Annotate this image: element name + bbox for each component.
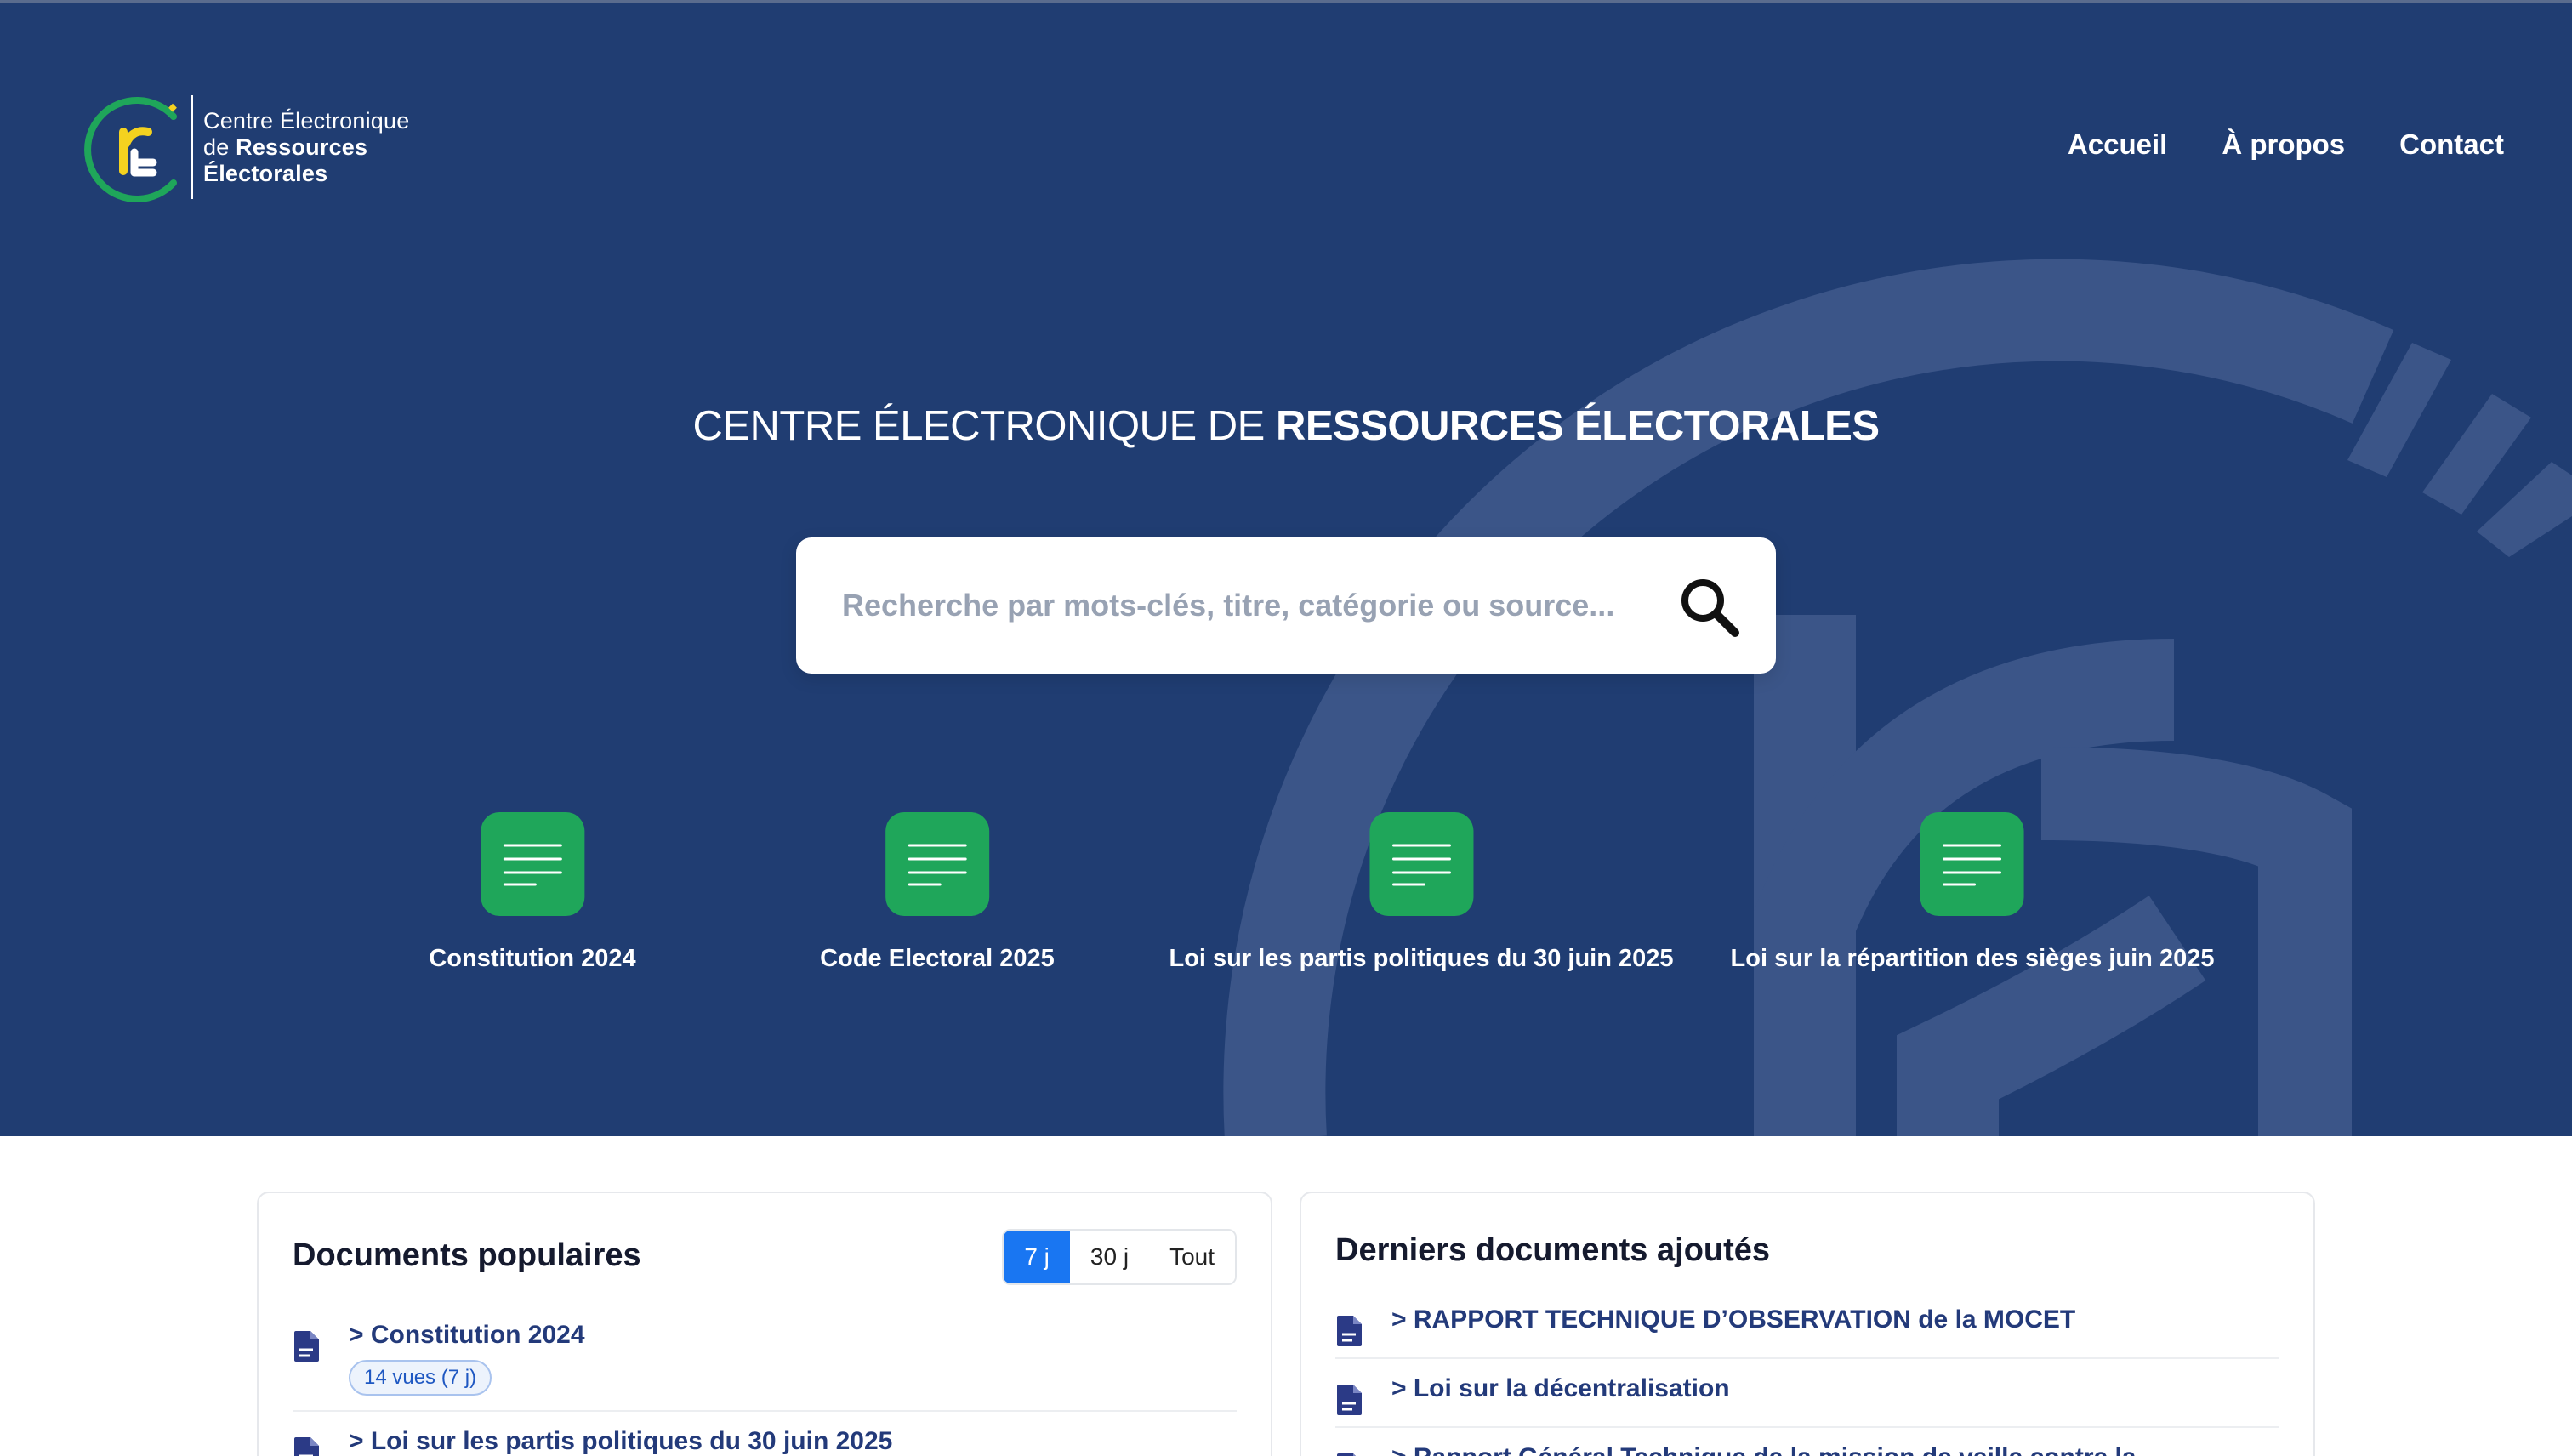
brand-name: Centre Électronique de Ressources Électo… [203, 108, 409, 187]
nav-link-a-propos[interactable]: À propos [2222, 128, 2345, 161]
quick-link-constitution-2024[interactable]: Constitution 2024 [429, 812, 636, 973]
quick-link-label: Code Electoral 2025 [820, 945, 1055, 972]
hero-title-light: CENTRE ÉLECTRONIQUE DE [692, 403, 1265, 449]
latest-documents-card: Derniers documents ajoutés > RAPPORT TEC… [1300, 1192, 2315, 1456]
brand-divider [191, 95, 193, 199]
document-lines-icon [1920, 812, 2024, 916]
brand-line-2-prefix: de [203, 134, 230, 160]
latest-doc-link[interactable]: > Rapport Général Technique de la missio… [1391, 1443, 2137, 1456]
document-icon [1337, 1385, 1362, 1415]
document-icon [294, 1437, 319, 1456]
brand-line-1: Centre Électronique [203, 107, 410, 134]
search-icon[interactable] [1677, 575, 1742, 640]
nav-link-accueil[interactable]: Accueil [2068, 128, 2167, 161]
document-icon [294, 1331, 319, 1362]
latest-documents-title: Derniers documents ajoutés [1335, 1232, 1771, 1268]
document-icon [1337, 1453, 1356, 1456]
hero-section: Centre Électronique de Ressources Électo… [0, 0, 2572, 1136]
popular-doc-link[interactable]: > Constitution 2024 [349, 1321, 585, 1350]
quick-link-label: Constitution 2024 [429, 945, 636, 972]
popular-documents-title: Documents populaires [293, 1237, 641, 1273]
document-lines-icon [1369, 812, 1473, 916]
quick-link-code-electoral-2025[interactable]: Code Electoral 2025 [820, 812, 1055, 973]
document-lines-icon [481, 812, 584, 916]
filter-all-button[interactable]: Tout [1149, 1231, 1235, 1283]
quick-link-loi-repartition-sieges[interactable]: Loi sur la répartition des sièges juin 2… [1730, 812, 2215, 973]
popular-documents-card: Documents populaires 7 j 30 j Tout > Con… [257, 1192, 1272, 1456]
search-bar [796, 537, 1776, 674]
hero-title: CENTRE ÉLECTRONIQUE DE RESSOURCES ÉLECTO… [0, 402, 2572, 450]
quick-link-label: Loi sur les partis politiques du 30 juin… [1169, 945, 1674, 972]
document-lines-icon [885, 812, 989, 916]
hero-title-bold: RESSOURCES ÉLECTORALES [1275, 403, 1880, 449]
divider [1335, 1357, 2279, 1359]
main-nav: Accueil À propos Contact [2068, 128, 2504, 161]
divider [1335, 1426, 2279, 1428]
document-icon [1337, 1316, 1362, 1346]
filter-7-days-button[interactable]: 7 j [1004, 1231, 1070, 1283]
quick-link-label: Loi sur la répartition des sièges juin 2… [1730, 945, 2215, 972]
brand-line-2: de Ressources [203, 134, 409, 161]
nav-link-contact[interactable]: Contact [2399, 128, 2504, 161]
latest-doc-link[interactable]: > RAPPORT TECHNIQUE D’OBSERVATION de la … [1391, 1305, 2075, 1334]
brand-line-3: Électorales [203, 160, 328, 186]
brand-line-2-bold: Ressources [236, 134, 368, 160]
popular-doc-link[interactable]: > Loi sur les partis politiques du 30 ju… [349, 1427, 892, 1456]
brand-logo[interactable]: Centre Électronique de Ressources Électo… [82, 91, 409, 203]
latest-doc-link[interactable]: > Loi sur la décentralisation [1391, 1374, 1730, 1403]
brand-mark-icon [84, 97, 177, 202]
search-input[interactable] [842, 580, 1642, 631]
filter-30-days-button[interactable]: 30 j [1069, 1231, 1150, 1283]
page: Centre Électronique de Ressources Électo… [0, 0, 2572, 1456]
divider [293, 1410, 1237, 1412]
views-badge: 14 vues (7 j) [349, 1360, 492, 1396]
period-filter: 7 j 30 j Tout [1002, 1229, 1237, 1285]
quick-link-loi-partis-politiques[interactable]: Loi sur les partis politiques du 30 juin… [1169, 812, 1674, 973]
